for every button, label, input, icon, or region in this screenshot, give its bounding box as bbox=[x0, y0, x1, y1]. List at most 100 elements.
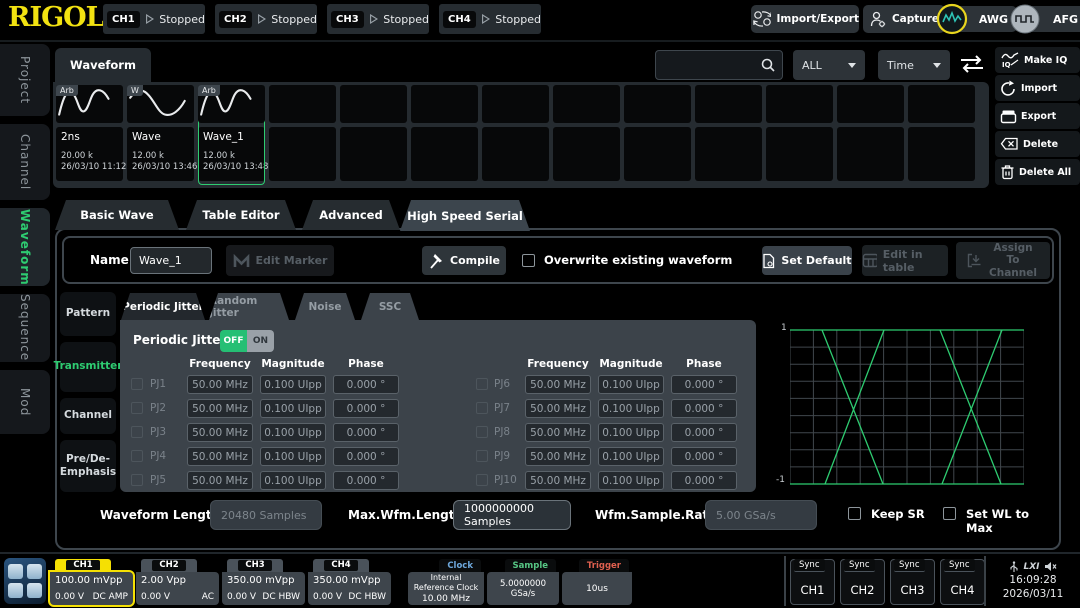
pj-phase-input[interactable]: 0.000 ° bbox=[333, 399, 399, 418]
pj-checkbox-PJ10[interactable] bbox=[476, 474, 488, 486]
pj-checkbox-PJ9[interactable] bbox=[476, 450, 488, 462]
pj-phase-input[interactable]: 0.000 ° bbox=[333, 447, 399, 466]
pj-checkbox-PJ2[interactable] bbox=[131, 402, 143, 414]
max-wfm-length-input[interactable]: 1000000000 Samples bbox=[453, 500, 571, 530]
hss-nav-channel[interactable]: Channel bbox=[60, 398, 116, 434]
bottom-channel-ch1[interactable]: CH1 100.00 mVpp 0.00 V DC AMP bbox=[50, 559, 133, 605]
toggle-off-option[interactable]: OFF bbox=[220, 330, 247, 352]
sample-card[interactable]: Sample 5.0000000 GSa/s bbox=[487, 559, 559, 605]
waveform-slot-empty[interactable] bbox=[624, 85, 691, 185]
afg-waveform-icon[interactable] bbox=[1009, 3, 1041, 35]
waveform-thumbnail-empty[interactable] bbox=[340, 85, 407, 123]
tab-periodic-jitter[interactable]: Periodic Jitter bbox=[121, 293, 205, 320]
swap-sort-order-icon[interactable] bbox=[958, 52, 986, 76]
sync-ch4-button[interactable]: Sync CH4 bbox=[940, 559, 985, 605]
edit-in-table-button[interactable]: Edit in table bbox=[862, 245, 948, 276]
bottom-channel-ch2[interactable]: CH2 2.00 Vpp 0.00 V AC bbox=[136, 559, 219, 605]
delete-button[interactable]: Delete bbox=[995, 131, 1080, 157]
waveform-name-input[interactable]: Wave_1 bbox=[130, 247, 212, 274]
waveform-info-empty[interactable] bbox=[837, 127, 904, 181]
pj-frequency-input[interactable]: 50.00 MHz bbox=[187, 375, 253, 394]
pj-phase-input[interactable]: 0.000 ° bbox=[671, 375, 737, 394]
waveform-thumbnail[interactable]: W bbox=[127, 85, 194, 123]
make-iq-button[interactable]: IQ Make IQ bbox=[995, 47, 1080, 73]
waveform-slot-empty[interactable] bbox=[695, 85, 762, 185]
sidebar-item-project[interactable]: Project bbox=[0, 44, 50, 116]
waveform-thumbnail-empty[interactable] bbox=[837, 85, 904, 123]
waveform-slot-empty[interactable] bbox=[482, 85, 549, 185]
waveform-slot-empty[interactable] bbox=[411, 85, 478, 185]
waveform-info-empty[interactable] bbox=[908, 127, 975, 181]
waveform-slot-empty[interactable] bbox=[837, 85, 904, 185]
sidebar-item-mod[interactable]: Mod bbox=[0, 370, 50, 434]
pj-magnitude-input[interactable]: 0.100 UIpp bbox=[598, 375, 664, 394]
pj-phase-input[interactable]: 0.000 ° bbox=[333, 375, 399, 394]
pj-checkbox-PJ1[interactable] bbox=[131, 378, 143, 390]
channel-status-ch4[interactable]: CH4 Stopped bbox=[439, 4, 541, 34]
pj-magnitude-input[interactable]: 0.100 UIpp bbox=[260, 423, 326, 442]
waveform-thumbnail-empty[interactable] bbox=[411, 85, 478, 123]
pj-magnitude-input[interactable]: 0.100 UIpp bbox=[598, 447, 664, 466]
type-filter-dropdown[interactable]: ALL bbox=[793, 50, 865, 80]
pj-checkbox-PJ7[interactable] bbox=[476, 402, 488, 414]
pj-frequency-input[interactable]: 50.00 MHz bbox=[187, 423, 253, 442]
pj-frequency-input[interactable]: 50.00 MHz bbox=[525, 471, 591, 490]
set-wl-to-max-checkbox[interactable] bbox=[943, 507, 956, 520]
waveform-thumbnail[interactable]: Arb bbox=[56, 85, 123, 123]
waveform-length-input[interactable]: 20480 Samples bbox=[210, 500, 322, 530]
pj-frequency-input[interactable]: 50.00 MHz bbox=[525, 447, 591, 466]
pj-phase-input[interactable]: 0.000 ° bbox=[333, 423, 399, 442]
waveform-browser-tab[interactable]: Waveform bbox=[55, 48, 151, 82]
sidebar-item-channel[interactable]: Channel bbox=[0, 124, 50, 200]
import-button[interactable]: Import bbox=[995, 75, 1080, 101]
pj-checkbox-PJ8[interactable] bbox=[476, 426, 488, 438]
periodic-jitter-toggle[interactable]: OFF ON bbox=[220, 330, 274, 352]
waveform-info-empty[interactable] bbox=[269, 127, 336, 181]
waveform-info-empty[interactable] bbox=[695, 127, 762, 181]
waveform-info-empty[interactable] bbox=[482, 127, 549, 181]
waveform-item-wave1-selected[interactable]: Arb Wave_1 12.00 k 26/03/10 13:48 bbox=[198, 85, 265, 185]
waveform-search-input[interactable] bbox=[655, 50, 783, 80]
set-default-button[interactable]: Set Default bbox=[762, 246, 852, 275]
waveform-thumbnail-empty[interactable] bbox=[695, 85, 762, 123]
pj-checkbox-PJ4[interactable] bbox=[131, 450, 143, 462]
sidebar-item-sequence[interactable]: Sequence bbox=[0, 294, 50, 362]
pj-magnitude-input[interactable]: 0.100 UIpp bbox=[598, 423, 664, 442]
apps-grid-button[interactable] bbox=[4, 558, 46, 604]
waveform-slot-empty[interactable] bbox=[553, 85, 620, 185]
awg-waveform-icon[interactable] bbox=[936, 3, 968, 35]
tab-high-speed-serial[interactable]: High Speed Serial bbox=[400, 200, 530, 231]
import-export-button[interactable]: Import/Export bbox=[751, 5, 859, 33]
assign-to-channel-button[interactable]: Assign To Channel bbox=[956, 242, 1050, 279]
waveform-info-empty[interactable] bbox=[340, 127, 407, 181]
waveform-info[interactable]: Wave 12.00 k 26/03/10 13:46 bbox=[127, 127, 194, 181]
overwrite-checkbox[interactable] bbox=[522, 254, 535, 267]
pj-phase-input[interactable]: 0.000 ° bbox=[333, 471, 399, 490]
pj-magnitude-input[interactable]: 0.100 UIpp bbox=[598, 399, 664, 418]
bottom-channel-ch3[interactable]: CH3 350.00 mVpp 0.00 V DC HBW bbox=[222, 559, 305, 605]
channel-status-ch3[interactable]: CH3 Stopped bbox=[327, 4, 429, 34]
tab-advanced[interactable]: Advanced bbox=[302, 200, 400, 230]
waveform-thumbnail-empty[interactable] bbox=[553, 85, 620, 123]
delete-all-button[interactable]: Delete All bbox=[995, 159, 1080, 185]
clock-card[interactable]: Clock Internal Reference Clock 10.00 MHz bbox=[408, 559, 484, 605]
pj-magnitude-input[interactable]: 0.100 UIpp bbox=[260, 375, 326, 394]
pj-phase-input[interactable]: 0.000 ° bbox=[671, 399, 737, 418]
pj-magnitude-input[interactable]: 0.100 UIpp bbox=[260, 447, 326, 466]
pj-magnitude-input[interactable]: 0.100 UIpp bbox=[260, 471, 326, 490]
hss-nav-transmitter[interactable]: Transmitter bbox=[60, 342, 116, 392]
channel-status-ch2[interactable]: CH2 Stopped bbox=[215, 4, 317, 34]
pj-phase-input[interactable]: 0.000 ° bbox=[671, 471, 737, 490]
pj-frequency-input[interactable]: 50.00 MHz bbox=[187, 471, 253, 490]
pj-magnitude-input[interactable]: 0.100 UIpp bbox=[260, 399, 326, 418]
trigger-card[interactable]: Trigger 10us bbox=[562, 559, 632, 605]
waveform-item-wave[interactable]: W Wave 12.00 k 26/03/10 13:46 bbox=[127, 85, 194, 185]
waveform-slot-empty[interactable] bbox=[340, 85, 407, 185]
sync-ch1-button[interactable]: Sync CH1 bbox=[790, 559, 835, 605]
pj-phase-input[interactable]: 0.000 ° bbox=[671, 447, 737, 466]
hss-nav-pre-de-emphasis[interactable]: Pre/De-Emphasis bbox=[60, 440, 116, 492]
pj-frequency-input[interactable]: 50.00 MHz bbox=[525, 423, 591, 442]
waveform-info[interactable]: Wave_1 12.00 k 26/03/10 13:48 bbox=[198, 127, 265, 181]
pj-frequency-input[interactable]: 50.00 MHz bbox=[525, 399, 591, 418]
sync-ch2-button[interactable]: Sync CH2 bbox=[840, 559, 885, 605]
